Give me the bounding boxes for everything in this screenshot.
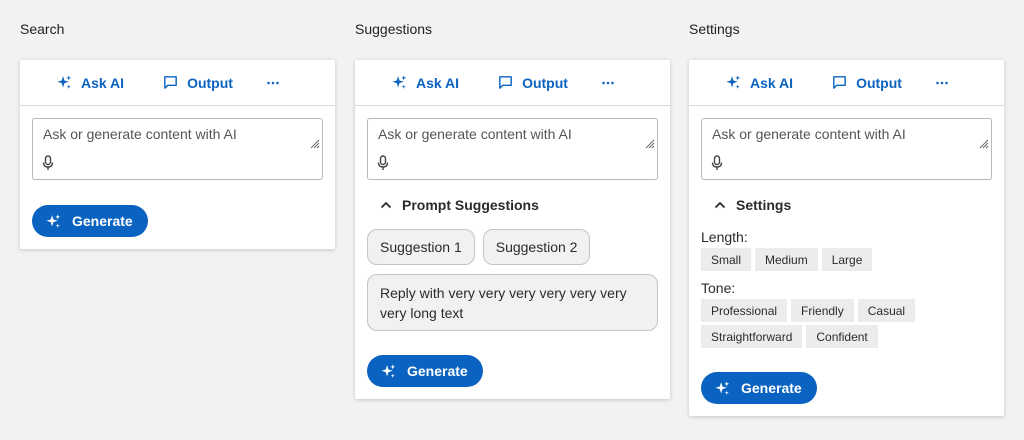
sparkle-icon [392,75,407,89]
sparkle-icon [381,363,396,378]
output-button[interactable]: Output [831,68,902,98]
tone-option[interactable]: Confident [806,325,878,348]
ask-ai-button[interactable]: Ask AI [725,68,793,98]
comment-icon [164,76,177,89]
more-horizontal-icon [267,81,279,84]
resize-grip-icon[interactable] [310,139,320,149]
prompt-box [701,118,992,180]
more-horizontal-icon [936,81,948,84]
chevron-up-icon [714,201,726,209]
more-options-button[interactable] [602,68,622,98]
suggestion-chip[interactable]: Suggestion 1 [367,229,475,265]
ask-ai-button[interactable]: Ask AI [391,68,459,98]
column-title-search: Search [20,21,65,37]
chevron-up-icon [380,201,392,209]
suggestion-chips: Suggestion 1 Suggestion 2 [367,229,658,265]
length-options: Small Medium Large [701,245,931,271]
ai-assist-card-search: Ask AI Output Generate [20,60,335,249]
card-toolbar: Ask AI Output [355,60,670,106]
prompt-suggestions-heading: Prompt Suggestions [402,197,539,213]
column-title-suggestions: Suggestions [355,21,433,37]
suggestion-chip[interactable]: Reply with very very very very very very… [367,274,658,331]
card-toolbar: Ask AI Output [20,60,335,106]
card-toolbar: Ask AI Output [689,60,1004,106]
prompt-box [367,118,658,180]
sparkle-icon [715,380,730,395]
ai-assist-card-suggestions: Ask AI Output Prompt Suggestions Suggest… [355,60,670,399]
prompt-input[interactable] [33,119,322,155]
ask-ai-label: Ask AI [416,74,460,91]
length-option[interactable]: Large [821,248,873,271]
tone-label: Tone: [701,280,736,296]
sparkle-icon [726,75,741,89]
generate-button[interactable]: Generate [367,355,483,387]
length-label: Length: [701,229,748,245]
comment-icon [499,76,512,89]
output-button[interactable]: Output [162,68,233,98]
settings-toggle[interactable]: Settings [701,195,992,215]
output-button[interactable]: Output [497,68,568,98]
sparkle-icon [46,213,61,228]
output-label: Output [856,74,902,91]
generate-label: Generate [741,380,802,396]
more-options-button[interactable] [936,68,956,98]
tone-option[interactable]: Professional [701,299,788,322]
length-option[interactable]: Small [701,248,752,271]
generate-label: Generate [72,213,133,229]
microphone-icon[interactable] [42,155,54,171]
ask-ai-label: Ask AI [81,74,125,91]
prompt-box [32,118,323,180]
ask-ai-button[interactable]: Ask AI [56,68,124,98]
card-body: Generate [20,106,335,249]
more-options-button[interactable] [267,68,287,98]
resize-grip-icon[interactable] [645,139,655,149]
generate-button[interactable]: Generate [701,372,817,404]
microphone-icon[interactable] [377,155,389,171]
generate-button[interactable]: Generate [32,205,148,237]
prompt-input[interactable] [368,119,657,155]
resize-grip-icon[interactable] [979,139,989,149]
tone-options: Professional Friendly Casual Straightfor… [701,296,931,348]
ai-assist-card-settings: Ask AI Output Settings Length: Small [689,60,1004,416]
comment-icon [833,76,846,89]
tone-option[interactable]: Friendly [791,299,854,322]
output-label: Output [522,74,568,91]
length-option[interactable]: Medium [755,248,818,271]
prompt-suggestions-toggle[interactable]: Prompt Suggestions [367,195,658,215]
prompt-input[interactable] [702,119,991,155]
ask-ai-label: Ask AI [750,74,794,91]
microphone-icon[interactable] [711,155,723,171]
tone-option[interactable]: Casual [857,299,916,322]
suggestion-chip[interactable]: Suggestion 2 [482,229,591,265]
sparkle-icon [57,75,72,89]
settings-heading: Settings [736,197,792,213]
card-body: Settings Length: Small Medium Large Tone… [689,106,1004,416]
tone-option[interactable]: Straightforward [701,325,803,348]
column-title-settings: Settings [689,21,740,37]
output-label: Output [187,74,233,91]
generate-label: Generate [407,363,468,379]
card-body: Prompt Suggestions Suggestion 1 Suggesti… [355,106,670,399]
more-horizontal-icon [602,81,614,84]
